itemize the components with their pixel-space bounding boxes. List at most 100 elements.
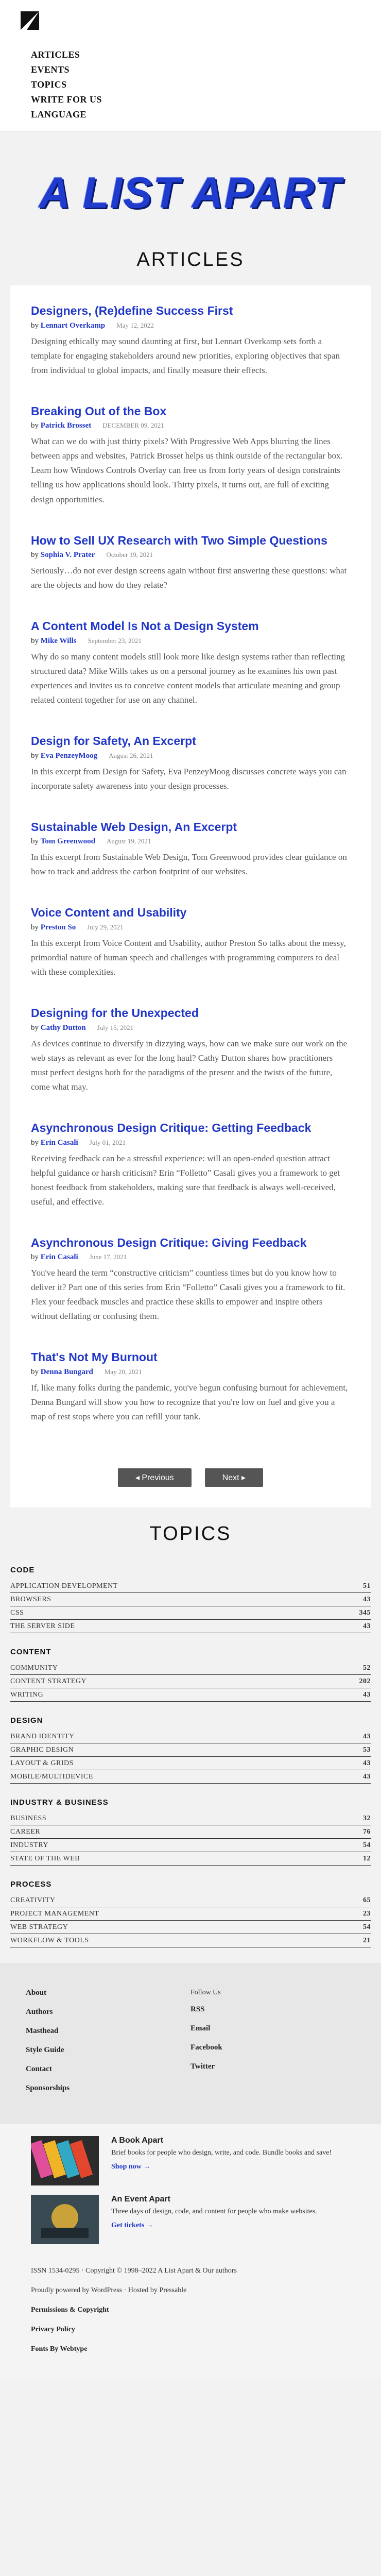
article-author[interactable]: Erin Casali (41, 1253, 78, 1261)
permissions-link[interactable]: Permissions & Copyright (31, 2306, 350, 2314)
topic-name[interactable]: MOBILE/MULTIDEVICE (10, 1773, 93, 1781)
topic-count: 54 (363, 1923, 371, 1931)
social-link-facebook[interactable]: Facebook (190, 2043, 355, 2052)
topic-count: 345 (359, 1609, 371, 1617)
topic-count: 43 (363, 1691, 371, 1699)
privacy-policy-link[interactable]: Privacy Policy (31, 2326, 350, 2334)
topic-name[interactable]: COMMUNITY (10, 1664, 58, 1672)
topic-name[interactable]: STATE OF THE WEB (10, 1855, 80, 1863)
previous-button[interactable]: ◂ Previous (117, 1468, 192, 1487)
get-tickets-link[interactable]: Get tickets → (111, 2222, 317, 2230)
topic-name[interactable]: THE SERVER SIDE (10, 1622, 75, 1631)
shop-now-link[interactable]: Shop now → (111, 2163, 332, 2171)
article-title[interactable]: Designers, (Re)define Success First (31, 304, 350, 318)
article-date: May 12, 2022 (116, 321, 154, 329)
article-item: Design for Safety, An Excerpt by Eva Penz… (31, 734, 350, 793)
topic-row[interactable]: STATE OF THE WEB 12 (10, 1852, 371, 1866)
article-title[interactable]: Design for Safety, An Excerpt (31, 734, 350, 749)
topic-name[interactable]: LAYOUT & GRIDS (10, 1759, 74, 1768)
topic-name[interactable]: PROJECT MANAGEMENT (10, 1910, 99, 1918)
topic-row[interactable]: WRITING 43 (10, 1688, 371, 1702)
footer-link-sponsorships[interactable]: Sponsorships (26, 2084, 190, 2093)
footer-link-masthead[interactable]: Masthead (26, 2027, 190, 2036)
topic-row[interactable]: WEB STRATEGY 54 (10, 1921, 371, 1935)
article-date: July 29, 2021 (87, 923, 124, 931)
footer-link-authors[interactable]: Authors (26, 2008, 190, 2016)
topic-row[interactable]: GRAPHIC DESIGN 53 (10, 1743, 371, 1757)
social-link-email[interactable]: Email (190, 2024, 355, 2033)
article-title[interactable]: Breaking Out of the Box (31, 404, 350, 419)
follow-us-label: Follow Us (190, 1989, 221, 1997)
topic-row[interactable]: COMMUNITY 52 (10, 1662, 371, 1675)
article-item: A Content Model Is Not a Design System by… (31, 619, 350, 707)
article-title[interactable]: Voice Content and Usability (31, 906, 350, 920)
social-link-twitter[interactable]: Twitter (190, 2062, 355, 2071)
topic-name[interactable]: CSS (10, 1609, 24, 1617)
article-title[interactable]: Asynchronous Design Critique: Getting Fe… (31, 1121, 350, 1136)
logo-icon[interactable] (21, 11, 39, 30)
article-author[interactable]: Eva PenzeyMoog (41, 752, 97, 760)
article-title[interactable]: Designing for the Unexpected (31, 1006, 350, 1021)
topic-name[interactable]: WORKFLOW & TOOLS (10, 1937, 89, 1945)
topic-row[interactable]: BRAND IDENTITY 43 (10, 1730, 371, 1744)
article-title[interactable]: Sustainable Web Design, An Excerpt (31, 820, 350, 835)
next-button[interactable]: Next ▸ (204, 1468, 264, 1487)
footer-link-about[interactable]: About (26, 1989, 190, 1997)
topic-name[interactable]: CAREER (10, 1828, 40, 1836)
topic-row[interactable]: INDUSTRY 54 (10, 1839, 371, 1853)
article-author[interactable]: Tom Greenwood (41, 837, 95, 845)
topic-name[interactable]: CREATIVITY (10, 1896, 55, 1905)
topic-row[interactable]: CREATIVITY 65 (10, 1894, 371, 1908)
nav-item-write-for-us[interactable]: WRITE FOR US (31, 92, 371, 107)
article-meta: by Lennart Overkamp May 12, 2022 (31, 321, 350, 330)
article-author[interactable]: Mike Wills (41, 637, 77, 645)
article-author[interactable]: Preston So (41, 923, 76, 931)
nav-item-events[interactable]: EVENTS (31, 62, 371, 77)
article-title[interactable]: How to Sell UX Research with Two Simple … (31, 534, 350, 548)
topic-name[interactable]: GRAPHIC DESIGN (10, 1746, 74, 1754)
topic-row[interactable]: PROJECT MANAGEMENT 23 (10, 1907, 371, 1921)
footer-link-contact[interactable]: Contact (26, 2065, 190, 2074)
topic-row[interactable]: BROWSERS 43 (10, 1593, 371, 1607)
topic-row[interactable]: CSS 345 (10, 1606, 371, 1620)
promo-event-apart: An Event Apart Three days of design, cod… (31, 2195, 350, 2245)
fonts-by-webtype-link[interactable]: Fonts By Webtype (31, 2345, 350, 2353)
topic-row[interactable]: WORKFLOW & TOOLS 21 (10, 1934, 371, 1948)
topic-row[interactable]: CAREER 76 (10, 1825, 371, 1839)
article-title[interactable]: Asynchronous Design Critique: Giving Fee… (31, 1236, 350, 1250)
topic-name[interactable]: APPLICATION DEVELOPMENT (10, 1582, 118, 1590)
article-item: Breaking Out of the Box by Patrick Brosse… (31, 404, 350, 507)
promo-title: A Book Apart (111, 2136, 164, 2145)
topic-row[interactable]: LAYOUT & GRIDS 43 (10, 1757, 371, 1771)
topic-row[interactable]: BUSINESS 32 (10, 1812, 371, 1826)
byline-prefix: by (31, 837, 39, 846)
footer-link-style-guide[interactable]: Style Guide (26, 2046, 190, 2055)
byline-prefix: by (31, 321, 39, 330)
article-author[interactable]: Sophia V. Prater (41, 551, 95, 559)
topic-row[interactable]: MOBILE/MULTIDEVICE 43 (10, 1770, 371, 1784)
article-author[interactable]: Patrick Brosset (41, 421, 91, 430)
article-author[interactable]: Denna Bungard (41, 1368, 93, 1376)
nav-item-language[interactable]: LANGUAGE (31, 107, 371, 122)
topic-name[interactable]: BRAND IDENTITY (10, 1733, 75, 1741)
topic-name[interactable]: CONTENT STRATEGY (10, 1677, 86, 1686)
article-author[interactable]: Cathy Dutton (41, 1024, 86, 1032)
topic-row[interactable]: APPLICATION DEVELOPMENT 51 (10, 1580, 371, 1594)
topic-row[interactable]: CONTENT STRATEGY 202 (10, 1675, 371, 1689)
article-author[interactable]: Erin Casali (41, 1139, 78, 1147)
topic-row[interactable]: THE SERVER SIDE 43 (10, 1620, 371, 1634)
topic-name[interactable]: WEB STRATEGY (10, 1923, 68, 1931)
topic-count: 21 (363, 1937, 371, 1945)
social-link-rss[interactable]: RSS (190, 2005, 355, 2014)
article-title[interactable]: That's Not My Burnout (31, 1350, 350, 1365)
topic-name[interactable]: INDUSTRY (10, 1841, 48, 1850)
nav-item-articles[interactable]: ARTICLES (31, 47, 371, 62)
topic-name[interactable]: BUSINESS (10, 1815, 46, 1823)
article-author[interactable]: Lennart Overkamp (41, 321, 105, 330)
topic-name[interactable]: BROWSERS (10, 1596, 51, 1604)
site-wordmark[interactable]: A LIST APART (39, 168, 342, 218)
nav-item-topics[interactable]: TOPICS (31, 77, 371, 92)
topic-name[interactable]: WRITING (10, 1691, 43, 1699)
article-title[interactable]: A Content Model Is Not a Design System (31, 619, 350, 634)
article-meta: by Mike Wills September 23, 2021 (31, 637, 350, 646)
